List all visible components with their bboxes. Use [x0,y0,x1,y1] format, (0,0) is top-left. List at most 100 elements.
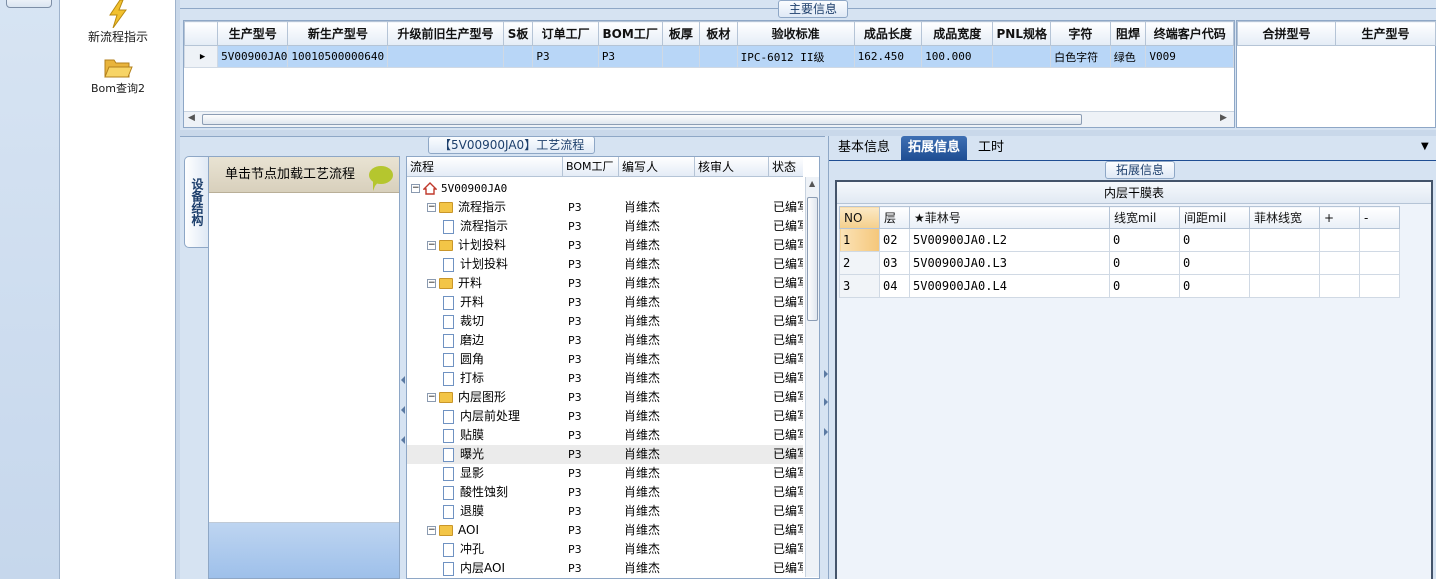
tree-node[interactable]: − 流程指示 [427,198,561,217]
col-header-process[interactable]: 流程 [407,157,563,177]
collapse-icon[interactable]: − [427,203,436,212]
tree-row[interactable]: 退膜 P3 肖维杰 已编写 [407,502,803,521]
tree-node[interactable]: 内层前处理 [443,407,561,426]
tree-node[interactable]: 计划投料 [443,255,561,274]
tree-row[interactable]: 打标 P3 肖维杰 已编写 [407,369,803,388]
tree-row[interactable]: 显影 P3 肖维杰 已编写 [407,464,803,483]
col-header[interactable]: 订单工厂 [532,21,599,46]
scroll-up-icon[interactable]: ▲ [809,179,815,188]
tree-node[interactable]: − 计划投料 [427,236,561,255]
tree-row[interactable]: 内层AOI P3 肖维杰 已编写 [407,559,803,578]
tree-row[interactable]: 开料 P3 肖维杰 已编写 [407,293,803,312]
table-cell[interactable]: 0 [1109,274,1180,298]
row-indicator-icon[interactable]: ▶ [183,45,219,68]
table-cell[interactable]: 0 [1109,251,1180,275]
col-header-bom-factory[interactable]: BOM工厂 [563,157,619,177]
tree-row[interactable]: − AOI P3 肖维杰 已编写 [407,521,803,540]
col-header[interactable]: 层 [879,206,910,229]
col-header[interactable]: BOM工厂 [597,21,663,46]
tree-row[interactable]: − 内层图形 P3 肖维杰 已编写 [407,388,803,407]
table-row[interactable]: 2 03 5V00900JA0.L3 0 0 [839,251,1400,275]
table-row[interactable]: 3 04 5V00900JA0.L4 0 0 [839,274,1400,298]
col-header[interactable]: 阻焊 [1109,21,1147,46]
tree-node[interactable]: − AOI [427,521,561,540]
toolbar-button[interactable] [6,0,52,8]
col-header[interactable]: 新生产型号 [287,21,389,46]
tree-node[interactable]: 冲孔 [443,540,561,559]
table-cell[interactable]: V009 [1145,45,1234,68]
collapse-left-icon[interactable] [401,406,405,414]
table-cell[interactable] [1359,274,1400,298]
table-cell[interactable] [387,45,504,68]
col-header[interactable]: 字符 [1050,21,1111,46]
vertical-scrollbar[interactable]: ▲ [805,177,819,577]
table-cell[interactable]: 2 [839,251,880,275]
tree-row[interactable]: − 5V00900JA0 [407,179,803,198]
col-header[interactable]: + [1319,206,1360,229]
table-cell[interactable]: 5V00900JA0 [217,45,289,68]
table-cell[interactable] [1319,251,1360,275]
tree-node[interactable]: 显影 [443,464,561,483]
table-cell[interactable]: 0 [1179,274,1250,298]
tab-basic-info[interactable]: 基本信息 [831,136,897,160]
col-header[interactable]: ★菲林号 [909,206,1110,229]
tree-node[interactable]: − 内层图形 [427,388,561,407]
tree-row[interactable]: 计划投料 P3 肖维杰 已编写 [407,255,803,274]
col-header[interactable]: 验收标准 [736,21,855,46]
table-cell[interactable]: P3 [532,45,599,68]
tree-node[interactable]: 圆角 [443,350,561,369]
tree-node[interactable]: − 5V00900JA0 [411,179,561,198]
table-cell[interactable] [1359,228,1400,252]
tree-node[interactable]: 贴膜 [443,426,561,445]
table-cell[interactable] [1319,228,1360,252]
table-row[interactable]: ▶ 5V00900JA0 10010500000640 P3 P3 IPC-6012 II… [183,45,1234,68]
col-header[interactable]: 板厚 [661,21,701,46]
table-cell[interactable] [1249,274,1320,298]
tree-node[interactable]: 退膜 [443,502,561,521]
table-cell[interactable]: 100.000 [921,45,994,68]
table-cell[interactable] [661,45,701,68]
col-header[interactable]: 合拼型号 [1237,21,1336,46]
tree-row[interactable]: 裁切 P3 肖维杰 已编写 [407,312,803,331]
col-header[interactable]: 菲林线宽 [1249,206,1320,229]
table-cell[interactable]: 1 [839,228,880,252]
collapse-left-icon[interactable] [401,436,405,444]
tree-row[interactable]: 冲孔 P3 肖维杰 已编写 [407,540,803,559]
equipment-tree[interactable] [209,193,399,523]
collapse-icon[interactable]: − [427,279,436,288]
table-cell[interactable] [699,45,738,68]
tab-work-hours[interactable]: 工时 [971,136,1011,160]
tree-node[interactable]: 裁切 [443,312,561,331]
table-cell[interactable]: 04 [879,274,910,298]
tree-row[interactable]: 贴膜 P3 肖维杰 已编写 [407,426,803,445]
nav-item-bom-query[interactable]: Bom查询2 [60,56,176,96]
tree-node[interactable]: 流程指示 [443,217,561,236]
table-cell[interactable]: P3 [597,45,663,68]
col-header[interactable]: 间距mil [1179,206,1250,229]
col-header[interactable]: 生产型号 [217,21,289,46]
table-cell[interactable]: 5V00900JA0.L3 [909,251,1110,275]
tree-row[interactable]: − 开料 P3 肖维杰 已编写 [407,274,803,293]
table-cell[interactable]: 03 [879,251,910,275]
col-header[interactable]: PNL规格 [992,21,1052,46]
collapse-icon[interactable]: − [411,184,420,193]
tab-extended-info[interactable]: 拓展信息 [901,136,968,160]
table-cell[interactable] [992,45,1052,68]
col-header-reviewer[interactable]: 核审人 [695,157,769,177]
tree-row[interactable]: 酸性蚀刻 P3 肖维杰 已编写 [407,483,803,502]
table-cell[interactable] [1359,251,1400,275]
scrollbar-thumb[interactable] [807,197,818,321]
table-cell[interactable]: 162.450 [853,45,923,68]
col-header[interactable]: S板 [502,21,534,46]
table-cell[interactable]: 绿色 [1109,45,1147,68]
tree-node[interactable]: 打标 [443,369,561,388]
col-header[interactable]: 生产型号 [1335,21,1436,46]
table-corner[interactable] [183,21,219,46]
tree-row[interactable]: 流程指示 P3 肖维杰 已编写 [407,217,803,236]
table-cell[interactable]: 5V00900JA0.L2 [909,228,1110,252]
tab-equipment-structure[interactable]: 设备结构 [184,156,208,248]
table-cell[interactable]: 3 [839,274,880,298]
table-cell[interactable] [1319,274,1360,298]
tree-node[interactable]: 开料 [443,293,561,312]
tree-node[interactable]: 磨边 [443,331,561,350]
